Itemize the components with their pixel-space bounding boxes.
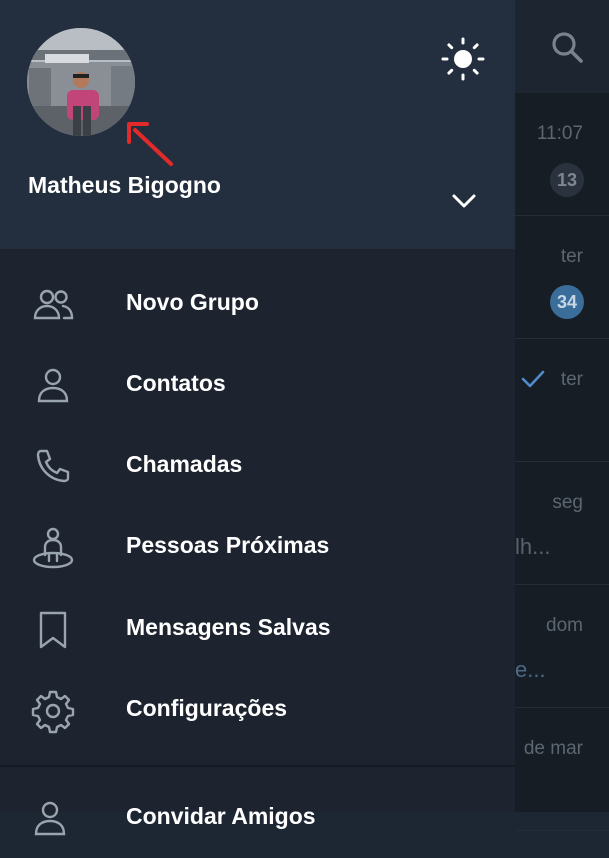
phone-icon [36, 449, 70, 483]
group-icon [33, 289, 74, 320]
chat-time: dom [546, 615, 583, 636]
chat-row[interactable]: ter [515, 339, 609, 462]
chat-row[interactable]: 11:07 13 [515, 93, 609, 216]
chat-time: de mar [523, 738, 583, 759]
menu-label: Mensagens Salvas [126, 614, 331, 640]
menu-label: Configurações [126, 695, 288, 721]
user-name: Matheus Bigogno [28, 172, 221, 198]
add-person-icon [34, 801, 66, 836]
chat-row[interactable]: de mar [515, 708, 609, 831]
menu-item-invite-friends[interactable]: Convidar Amigos [0, 778, 515, 858]
navigation-drawer: Matheus Bigogno Novo Grupo Contatos Cham… [0, 0, 515, 836]
gear-icon [31, 690, 75, 734]
chat-row[interactable]: seg lh... [515, 462, 609, 585]
drawer-header: Matheus Bigogno [0, 0, 515, 249]
menu-label: Chamadas [126, 451, 243, 477]
menu-item-new-group[interactable]: Novo Grupo [0, 264, 515, 344]
chat-time: ter [560, 246, 583, 267]
menu-label: Pessoas Próximas [126, 532, 330, 558]
menu-item-saved-messages[interactable]: Mensagens Salvas [0, 589, 515, 669]
menu-item-settings[interactable]: Configurações [0, 670, 515, 750]
chat-time: ter [560, 369, 583, 390]
unread-badge: 13 [550, 163, 584, 197]
bookmark-icon [39, 611, 67, 649]
menu-label: Novo Grupo [126, 289, 259, 315]
menu-label: Convidar Amigos [126, 803, 316, 829]
chat-time: seg [552, 492, 583, 513]
avatar[interactable] [27, 28, 135, 136]
chat-preview: e... [515, 657, 546, 682]
menu-item-nearby-people[interactable]: Pessoas Próximas [0, 507, 515, 587]
chat-row[interactable]: ter 34 [515, 216, 609, 339]
search-icon[interactable] [548, 28, 588, 68]
read-check-icon [521, 370, 545, 388]
unread-badge: 34 [550, 285, 584, 319]
nearby-people-icon [32, 527, 74, 569]
menu-item-calls[interactable]: Chamadas [0, 426, 515, 506]
sun-icon[interactable] [440, 36, 486, 82]
annotation-arrow-icon [127, 122, 173, 166]
avatar-photo [27, 28, 135, 136]
menu-divider [0, 765, 515, 767]
chevron-down-icon[interactable] [450, 188, 478, 214]
menu-item-contacts[interactable]: Contatos [0, 345, 515, 425]
chat-time: 11:07 [536, 123, 583, 144]
chat-preview: lh... [515, 534, 551, 559]
chat-row[interactable]: dom e... [515, 585, 609, 708]
person-icon [37, 368, 69, 403]
menu-label: Contatos [126, 370, 226, 396]
